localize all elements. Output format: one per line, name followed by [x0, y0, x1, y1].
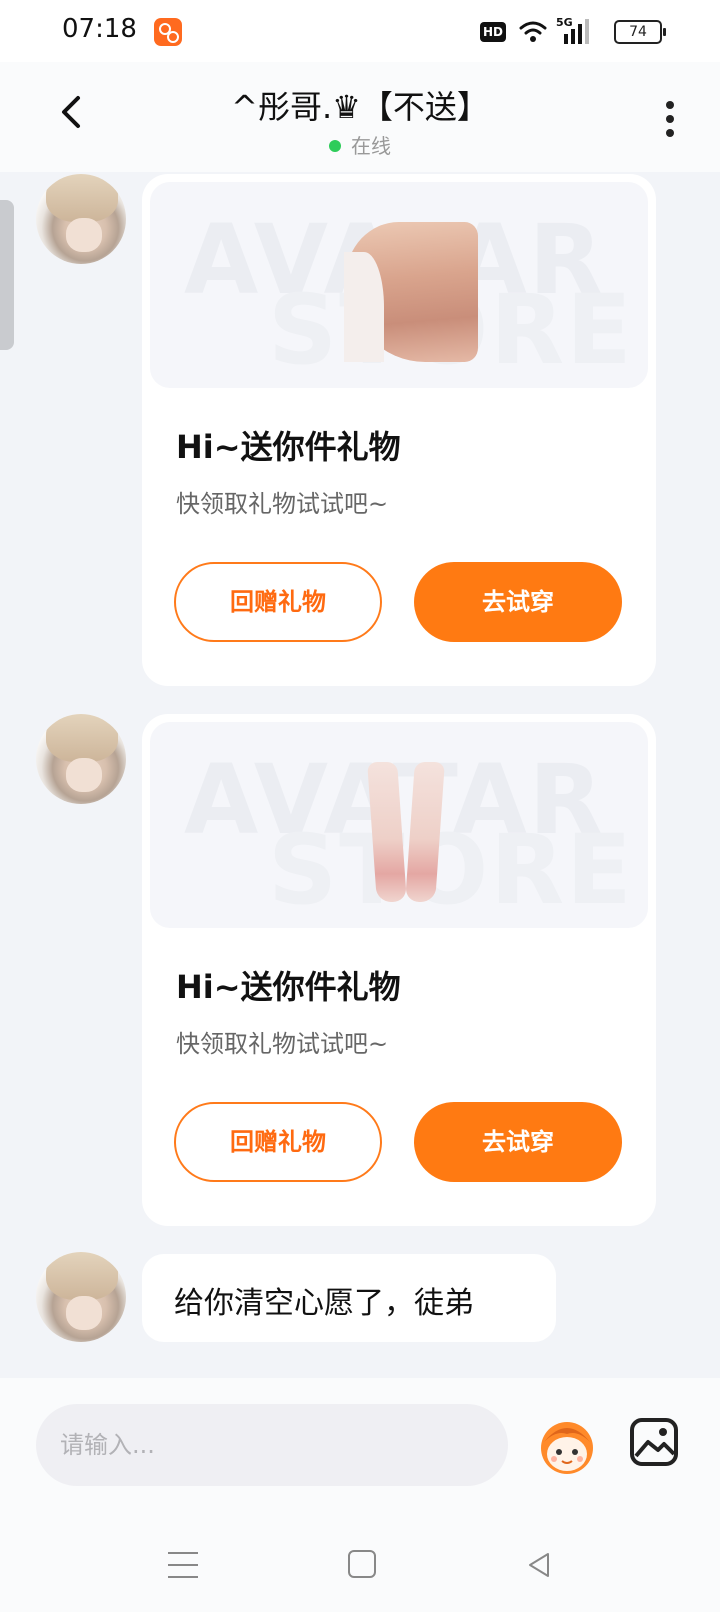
battery-icon: 74 — [614, 20, 666, 44]
chat-title: ^彤哥.♛【不送】 — [231, 88, 489, 126]
pants-item-image — [372, 762, 440, 902]
gift-card: AVATAR STORE Hi~送你件礼物 快领取礼物试试吧~ 回赠礼物 去试穿 — [142, 714, 656, 1226]
return-gift-button[interactable]: 回赠礼物 — [174, 1102, 382, 1182]
signal-icon: 5G — [556, 16, 589, 44]
more-options-icon[interactable] — [656, 98, 684, 142]
status-time: 07:18 — [62, 14, 137, 44]
message-input[interactable]: 请输入... — [36, 1404, 508, 1486]
sender-avatar[interactable] — [36, 174, 126, 264]
try-on-button[interactable]: 去试穿 — [414, 1102, 622, 1182]
online-dot-icon — [329, 139, 341, 152]
message-bubble[interactable]: 给你清空心愿了，徒弟 — [142, 1254, 556, 1342]
online-status-label: 在线 — [351, 134, 391, 158]
hair-item-image — [344, 222, 478, 362]
hd-icon: HD — [480, 22, 506, 42]
watermark-text: STORE — [268, 814, 634, 926]
gift-subtitle: 快领取礼物试试吧~ — [176, 1030, 389, 1058]
wifi-icon — [519, 21, 547, 42]
return-gift-button[interactable]: 回赠礼物 — [174, 562, 382, 642]
gift-card: AVATAR STORE Hi~送你件礼物 快领取礼物试试吧~ 回赠礼物 去试穿 — [142, 174, 656, 686]
online-status: 在线 — [0, 130, 720, 159]
sender-avatar[interactable] — [36, 714, 126, 804]
network-label: 5G — [556, 16, 573, 29]
gift-image[interactable]: AVATAR STORE — [150, 182, 648, 388]
emoji-sticker-icon[interactable] — [534, 1412, 600, 1478]
status-bar: 07:18 HD 5G 74 — [0, 0, 720, 62]
sender-avatar[interactable] — [36, 1252, 126, 1342]
gift-subtitle: 快领取礼物试试吧~ — [176, 490, 389, 518]
image-icon[interactable] — [628, 1416, 680, 1468]
home-icon[interactable] — [348, 1550, 376, 1578]
gift-title: Hi~送你件礼物 — [176, 428, 401, 466]
try-on-button[interactable]: 去试穿 — [414, 562, 622, 642]
system-nav-bar — [0, 1528, 720, 1612]
gift-image[interactable]: AVATAR STORE — [150, 722, 648, 928]
scroll-handle[interactable] — [0, 200, 14, 350]
input-bar: 请输入... — [0, 1378, 720, 1528]
recent-apps-icon[interactable] — [168, 1552, 198, 1582]
chat-header: ^彤哥.♛【不送】 在线 — [0, 62, 720, 172]
gift-title: Hi~送你件礼物 — [176, 968, 401, 1006]
app-badge-icon — [154, 18, 182, 46]
nav-back-icon[interactable] — [524, 1550, 554, 1580]
